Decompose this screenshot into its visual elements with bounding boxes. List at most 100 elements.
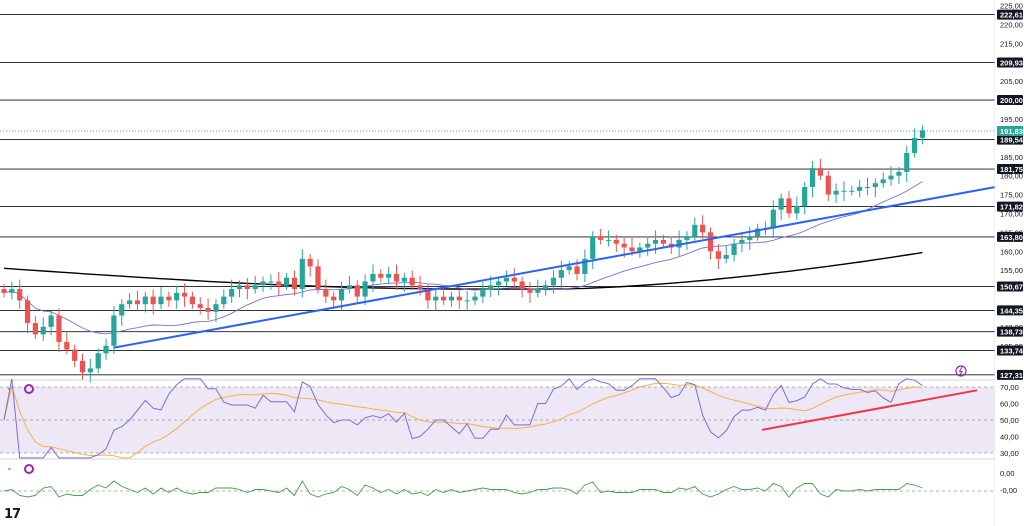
level-label: 163,80 xyxy=(1000,233,1023,242)
level-label: 133,74 xyxy=(1000,347,1024,356)
candle-body xyxy=(17,289,23,301)
candle-body xyxy=(700,224,706,233)
alert-bolt-glyph xyxy=(958,366,963,376)
candle-body xyxy=(660,239,666,244)
level-label: 138,73 xyxy=(1000,328,1023,337)
level-label: 200,00 xyxy=(1000,96,1023,105)
oscillator-collapse-chevron-icon[interactable]: ⌄ xyxy=(6,463,13,472)
candle-body xyxy=(566,266,572,271)
oscillator-tick-label: -0,00 xyxy=(1000,486,1017,495)
candle-body xyxy=(519,281,525,290)
rsi-settings-icon[interactable] xyxy=(24,384,34,394)
level-label: 209,93 xyxy=(1000,59,1023,68)
candle-body xyxy=(590,236,596,259)
level-label: 150,67 xyxy=(1000,283,1023,292)
candle-body xyxy=(417,285,423,290)
oscillator-pane[interactable] xyxy=(0,480,995,498)
candle-body xyxy=(134,300,141,305)
candle-body xyxy=(1,289,7,293)
candle-body xyxy=(24,300,31,324)
candle-body xyxy=(825,175,831,195)
candle-body xyxy=(268,281,274,283)
candle-body xyxy=(770,209,776,229)
candle-body xyxy=(888,175,894,180)
candle-body xyxy=(605,239,612,241)
candle-body xyxy=(276,281,282,286)
level-label: 222,61 xyxy=(1000,11,1023,20)
candle-body xyxy=(786,198,792,214)
candle-body xyxy=(645,243,651,248)
candle-body xyxy=(652,239,659,244)
candle-body xyxy=(456,296,462,301)
candle-body xyxy=(229,289,235,297)
candle-body xyxy=(244,285,250,290)
candle-body xyxy=(56,315,62,342)
candle-body xyxy=(9,289,15,293)
candle-body xyxy=(629,247,635,252)
candle-body xyxy=(87,368,93,373)
candle-body xyxy=(393,273,400,282)
candle-body xyxy=(841,190,847,192)
candle-body xyxy=(613,239,619,244)
candle-body xyxy=(527,289,533,293)
candle-body xyxy=(213,304,219,312)
price-tick-label: 155,00 xyxy=(1000,266,1023,275)
candle-body xyxy=(684,236,690,240)
candle-body xyxy=(315,266,321,290)
candle-body xyxy=(174,292,180,301)
candle-body xyxy=(166,296,172,301)
candle-body xyxy=(448,296,455,301)
candle-body xyxy=(621,243,627,248)
candle-body xyxy=(189,296,195,305)
candle-body xyxy=(127,300,133,305)
candle-body xyxy=(103,345,109,354)
candle-body xyxy=(150,296,156,305)
candle-body xyxy=(598,236,604,240)
candle-body xyxy=(142,296,148,305)
oscillator-settings-icon[interactable] xyxy=(24,464,34,474)
tradingview-logo: 17 xyxy=(4,507,21,522)
support-trendline xyxy=(113,186,996,349)
candle-body xyxy=(32,323,38,335)
rsi-tick-label: 30,00 xyxy=(1000,449,1019,458)
candle-body xyxy=(354,285,360,297)
candle-body xyxy=(95,353,101,369)
candle-body xyxy=(40,326,46,335)
chart-canvas[interactable]: 225,00220,00215,00205,00195,00185,00180,… xyxy=(0,0,1024,526)
candle-body xyxy=(370,273,376,282)
candle-body xyxy=(401,277,407,282)
candle-body xyxy=(111,315,117,346)
price-tick-label: 185,00 xyxy=(1000,153,1023,162)
candle-body xyxy=(323,289,329,297)
price-axis[interactable]: 225,00220,00215,00205,00195,00185,00180,… xyxy=(995,0,1024,526)
price-tick-label: 220,00 xyxy=(1000,20,1023,29)
rsi-tick-label: 50,00 xyxy=(1000,416,1019,425)
candle-body xyxy=(260,281,266,286)
candle-body xyxy=(817,168,823,176)
candle-body xyxy=(64,341,70,350)
candle-body xyxy=(299,258,305,290)
rsi-tick-label: 60,00 xyxy=(1000,400,1019,409)
candle-body xyxy=(794,205,800,214)
rsi-collapse-chevron-icon[interactable]: ⌄ xyxy=(6,383,13,392)
price-tick-label: 225,00 xyxy=(1000,2,1023,11)
last-price-label: 191,83 xyxy=(1000,127,1023,136)
candle-body xyxy=(558,270,564,278)
candle-body xyxy=(872,183,878,187)
level-label: 181,75 xyxy=(1000,165,1023,174)
rsi-pane[interactable] xyxy=(0,378,995,459)
candle-body xyxy=(338,289,345,301)
candle-body xyxy=(912,137,918,153)
candle-body xyxy=(488,285,494,290)
candle-body xyxy=(543,285,549,290)
rsi-tick-label: 70,00 xyxy=(1000,383,1019,392)
candle-body xyxy=(158,296,164,305)
candle-body xyxy=(464,300,470,302)
oscillator-line xyxy=(3,480,923,498)
candle-body xyxy=(550,277,557,286)
level-label: 127,31 xyxy=(1000,371,1023,380)
candle-body xyxy=(79,360,86,373)
candle-body xyxy=(307,258,313,267)
candle-body xyxy=(252,285,258,290)
candle-body xyxy=(362,281,368,297)
